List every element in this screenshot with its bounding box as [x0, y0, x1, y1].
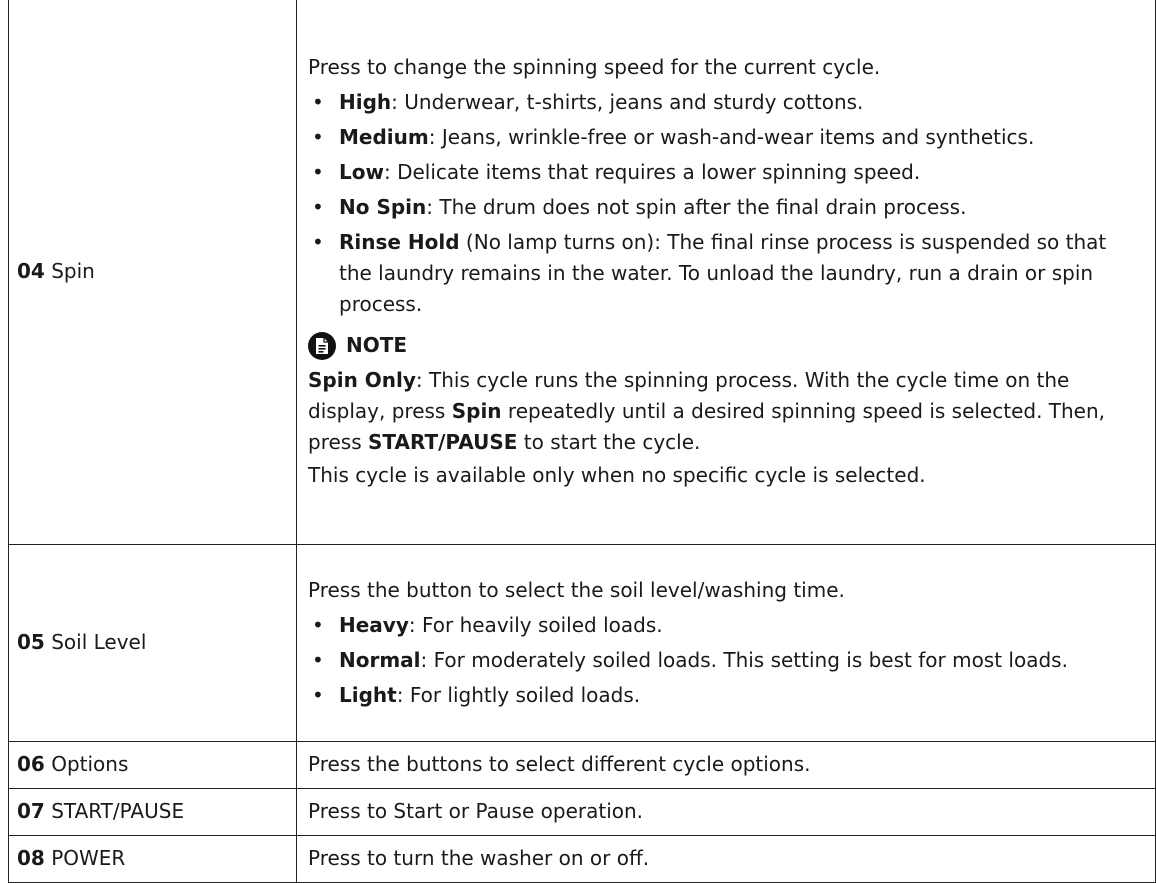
note-title: NOTE	[346, 333, 408, 358]
row-number: 08	[17, 846, 45, 870]
row-description: Press the button to select the soil leve…	[296, 543, 1156, 742]
note-icon	[308, 331, 336, 360]
note-extra-text: This cycle is available only when no spe…	[308, 463, 926, 488]
row-number: 04	[17, 259, 45, 284]
list-item: High: Underwear, t-shirts, jeans and stu…	[308, 87, 1145, 118]
row-description: Press the buttons to select different cy…	[296, 740, 1156, 789]
table-row-options: 06 Options Press the buttons to select d…	[8, 740, 1156, 789]
list-item: Heavy: For heavily soiled loads.	[308, 610, 1145, 641]
row-title: Spin	[51, 259, 95, 284]
row-title: START/PAUSE	[51, 799, 185, 823]
list-item: Low: Delicate items that requires a lowe…	[308, 157, 1145, 188]
row-description: Press to turn the washer on or off.	[296, 834, 1156, 883]
row-intro: Press the button to select the soil leve…	[308, 577, 845, 602]
note-text: Spin Only: This cycle runs the spinning …	[308, 368, 1106, 455]
row-title: Soil Level	[51, 630, 147, 654]
control-panel-table: 04 Spin Press to change the spinning spe…	[8, 0, 1156, 883]
option-list: Heavy: For heavily soiled loads. Normal:…	[308, 610, 1145, 711]
row-number: 05	[17, 630, 45, 654]
list-item: Light: For lightly soiled loads.	[308, 680, 1145, 711]
row-label: 06 Options	[8, 740, 297, 789]
row-title: POWER	[51, 846, 126, 870]
row-intro: Press to change the spinning speed for t…	[308, 55, 881, 80]
row-label: 07 START/PAUSE	[8, 787, 297, 836]
list-item: Rinse Hold (No lamp turns on): The final…	[308, 227, 1145, 320]
list-item: Normal: For moderately soiled loads. Thi…	[308, 645, 1145, 676]
row-description: Press to Start or Pause operation.	[296, 787, 1156, 836]
table-row-power: 08 POWER Press to turn the washer on or …	[8, 834, 1156, 883]
list-item: Medium: Jeans, wrinkle-free or wash-and-…	[308, 122, 1145, 153]
row-label: 08 POWER	[8, 834, 297, 883]
row-label: 05 Soil Level	[8, 543, 297, 742]
table-row-start-pause: 07 START/PAUSE Press to Start or Pause o…	[8, 787, 1156, 836]
row-description: Press to change the spinning speed for t…	[296, 0, 1156, 545]
row-number: 07	[17, 799, 45, 823]
row-label: 04 Spin	[8, 0, 297, 545]
row-title: Options	[51, 752, 129, 776]
option-list: High: Underwear, t-shirts, jeans and stu…	[308, 87, 1145, 320]
table-row-soil-level: 05 Soil Level Press the button to select…	[8, 543, 1156, 742]
list-item: No Spin: The drum does not spin after th…	[308, 192, 1145, 223]
row-number: 06	[17, 752, 45, 776]
table-row-spin: 04 Spin Press to change the spinning spe…	[8, 0, 1156, 545]
note-header: NOTE	[308, 330, 1145, 361]
